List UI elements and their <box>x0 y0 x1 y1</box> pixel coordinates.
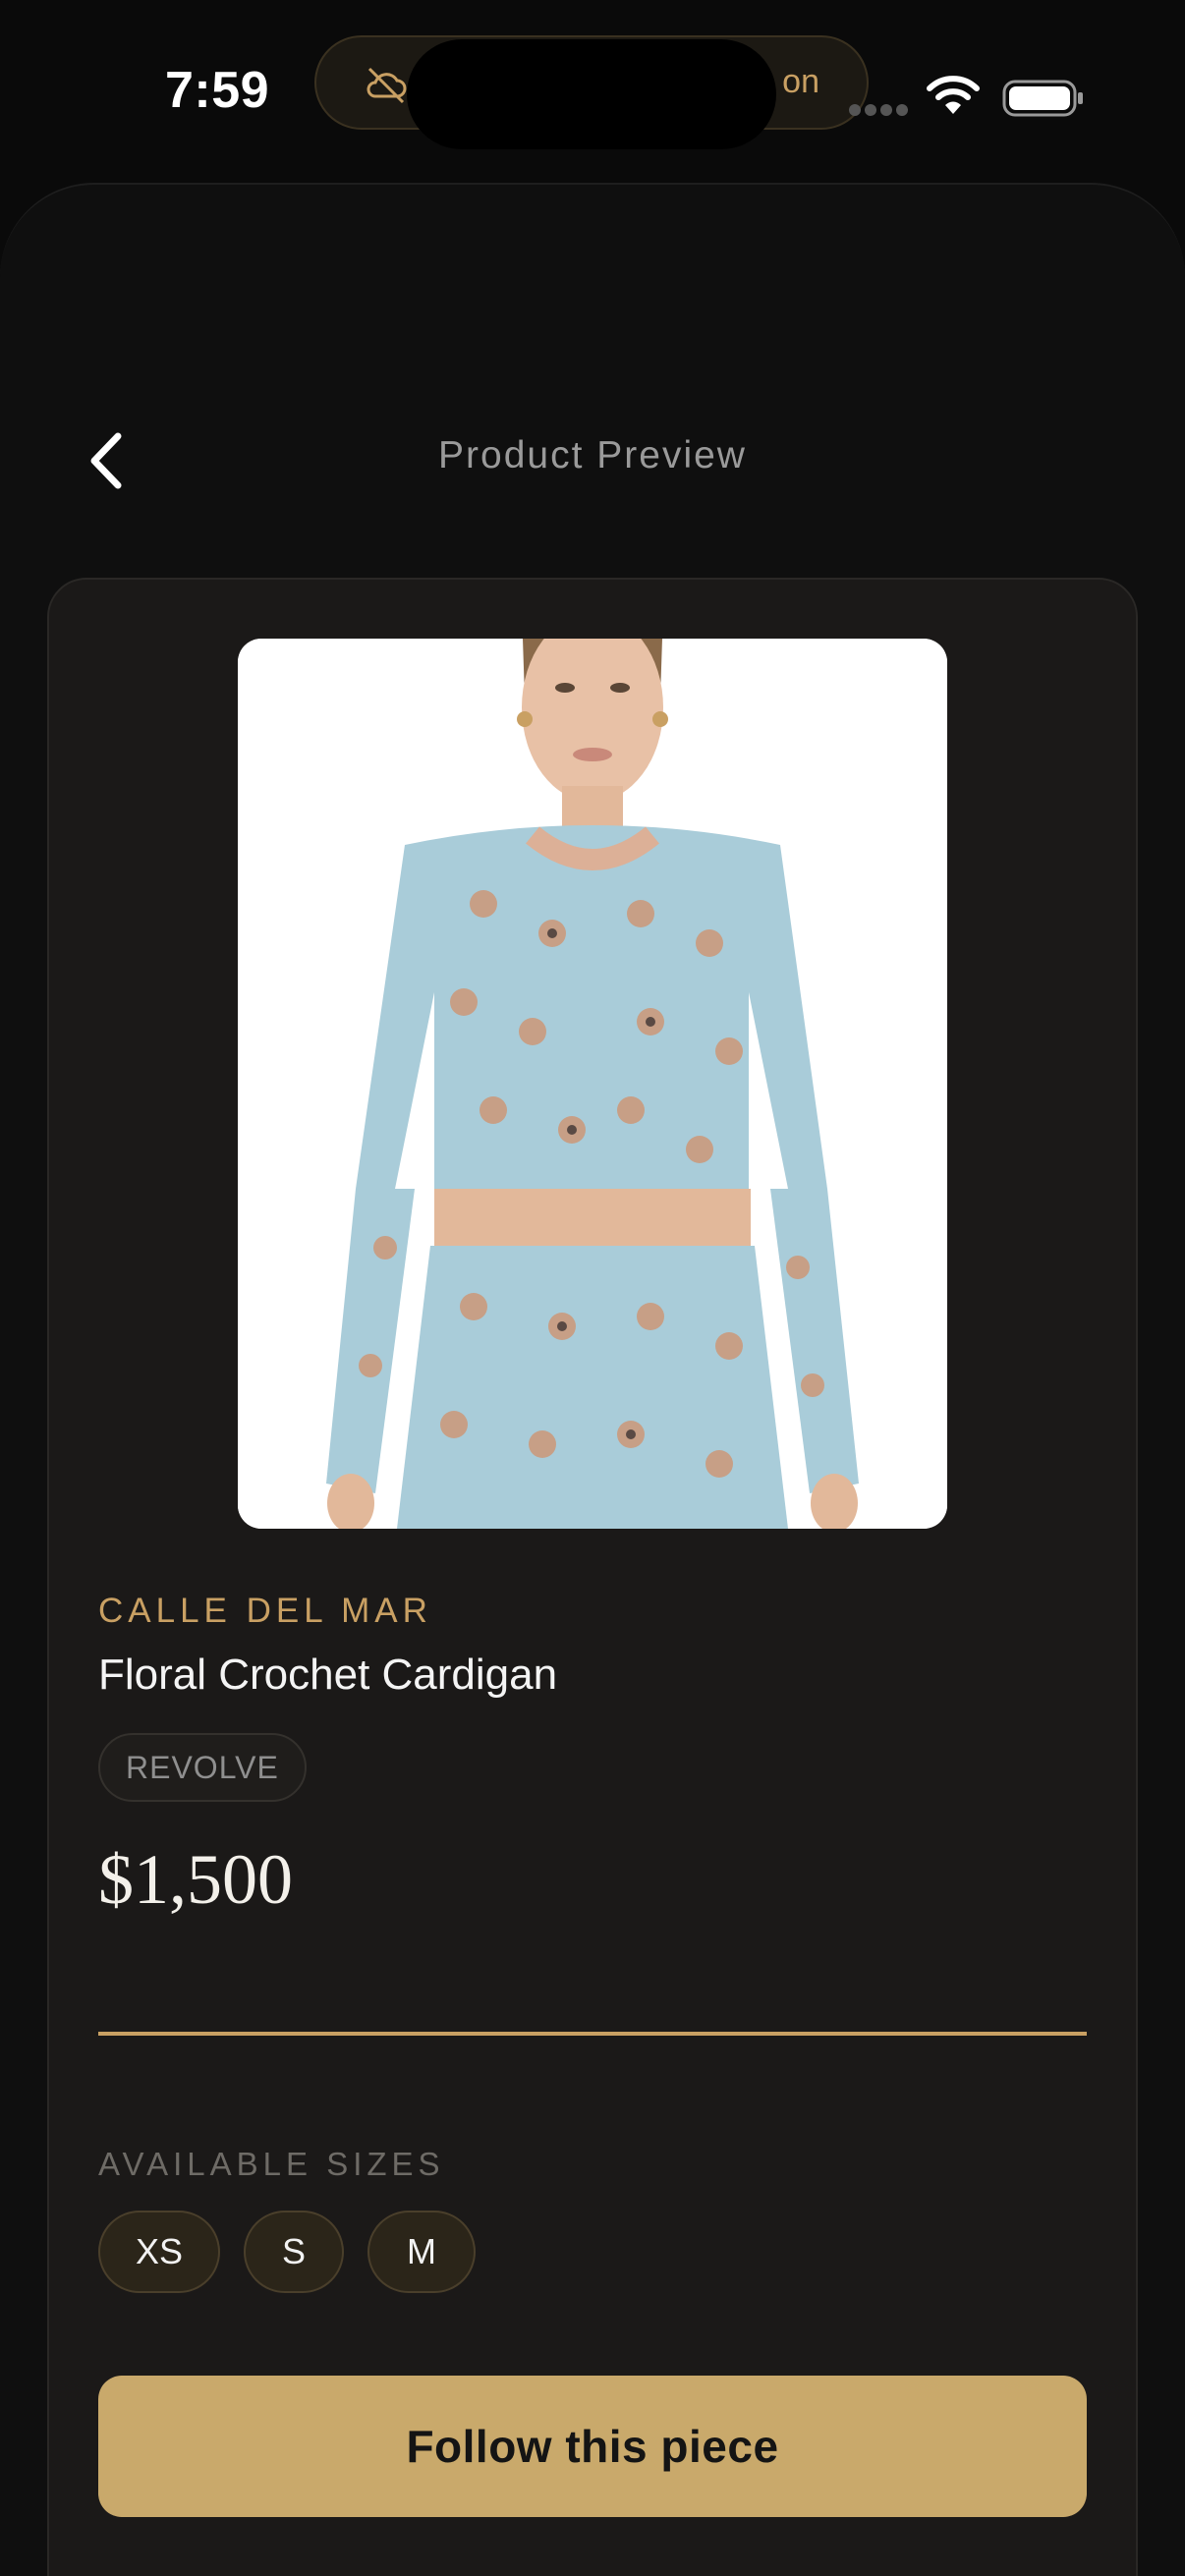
live-activity-text: on <box>782 63 819 100</box>
product-brand: CALLE DEL MAR <box>98 1592 432 1630</box>
battery-icon <box>1002 80 1083 117</box>
product-price: $1,500 <box>98 1840 293 1919</box>
size-chip-xs[interactable]: XS <box>98 2211 220 2293</box>
product-photo-illustration <box>238 639 947 1529</box>
dynamic-island <box>407 39 776 149</box>
app-screen: 7:59 on Product Preview CALLE DEL MAR Fl… <box>0 0 1185 2576</box>
page-title: Product Preview <box>438 434 747 476</box>
follow-piece-button[interactable]: Follow this piece <box>98 2376 1087 2517</box>
sizes-label: AVAILABLE SIZES <box>98 2146 445 2182</box>
wifi-icon <box>927 76 980 114</box>
size-chip-m[interactable]: M <box>367 2211 476 2293</box>
product-photo <box>238 639 947 1529</box>
divider <box>98 2032 1087 2036</box>
product-name: Floral Crochet Cardigan <box>98 1651 558 1699</box>
retailer-badge: REVOLVE <box>98 1733 307 1802</box>
cloud-off-icon <box>367 67 407 104</box>
status-time: 7:59 <box>165 62 270 119</box>
size-chip-s[interactable]: S <box>244 2211 344 2293</box>
